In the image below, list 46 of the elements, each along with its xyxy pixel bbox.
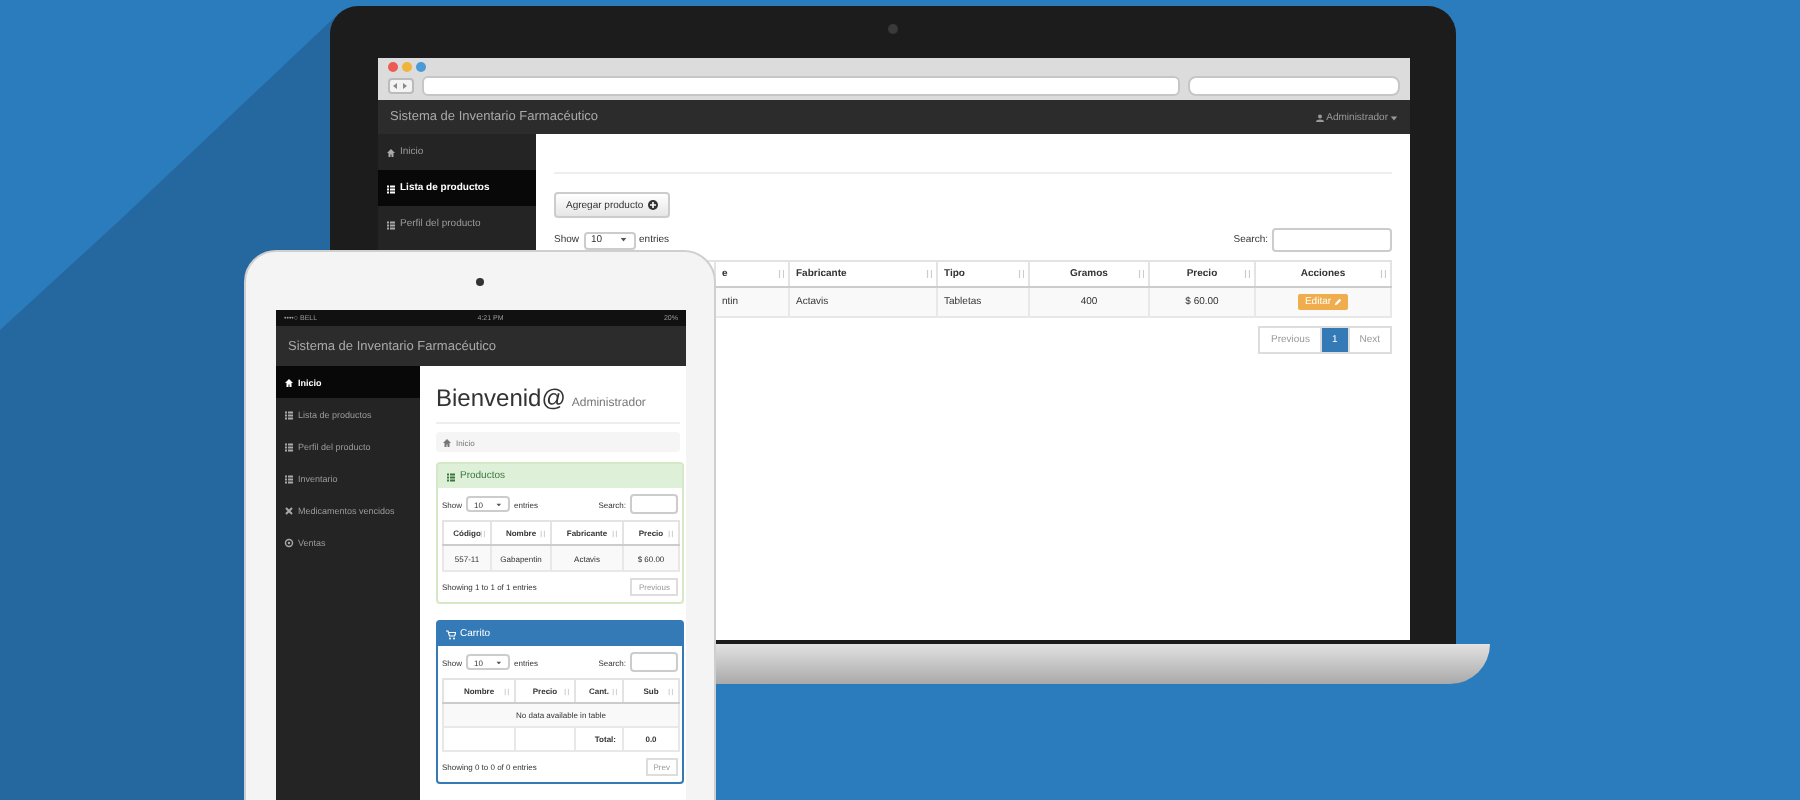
close-button[interactable]	[388, 62, 398, 72]
list-icon	[446, 471, 456, 481]
plus-circle-icon	[647, 200, 658, 210]
pencil-icon	[1333, 298, 1342, 306]
list-icon	[386, 219, 396, 229]
settings-icon	[284, 537, 294, 547]
sort-icon[interactable]	[668, 529, 674, 537]
sort-icon[interactable]	[564, 687, 570, 695]
sort-icon[interactable]	[480, 529, 486, 537]
sort-icon[interactable]	[1243, 269, 1250, 279]
user-icon	[1316, 113, 1325, 121]
back-forward-button[interactable]	[388, 78, 414, 94]
close-icon	[284, 505, 294, 515]
search-field[interactable]	[1272, 228, 1392, 252]
caret-icon	[620, 236, 628, 244]
caret-icon	[496, 659, 503, 665]
home-icon	[386, 147, 396, 157]
list-icon	[386, 183, 396, 193]
sort-icon[interactable]	[612, 529, 618, 537]
maximize-button[interactable]	[416, 62, 426, 72]
sort-icon[interactable]	[504, 687, 510, 695]
sort-icon[interactable]	[540, 529, 546, 537]
home-icon	[284, 377, 294, 387]
camera-icon	[888, 24, 898, 34]
sort-icon[interactable]	[612, 687, 618, 695]
home-icon	[442, 437, 452, 447]
arrows-icon	[392, 82, 409, 90]
caret-icon	[1390, 113, 1398, 121]
caret-icon	[496, 501, 503, 507]
search-field[interactable]	[1188, 76, 1400, 96]
sort-icon[interactable]	[668, 687, 674, 695]
sort-icon[interactable]	[1137, 269, 1144, 279]
sort-icon[interactable]	[1017, 269, 1024, 279]
search-field[interactable]	[630, 652, 678, 672]
sort-icon[interactable]	[925, 269, 932, 279]
camera-icon	[476, 278, 484, 286]
list-icon	[284, 441, 294, 451]
sort-icon[interactable]	[777, 269, 784, 279]
minimize-button[interactable]	[402, 62, 412, 72]
search-field[interactable]	[630, 494, 678, 514]
sort-icon[interactable]	[1379, 269, 1386, 279]
cart-icon	[446, 629, 456, 639]
address-field[interactable]	[421, 76, 1180, 96]
page-title: Bienvenid@	[436, 384, 566, 412]
list-icon	[284, 473, 294, 483]
list-icon	[284, 409, 294, 419]
